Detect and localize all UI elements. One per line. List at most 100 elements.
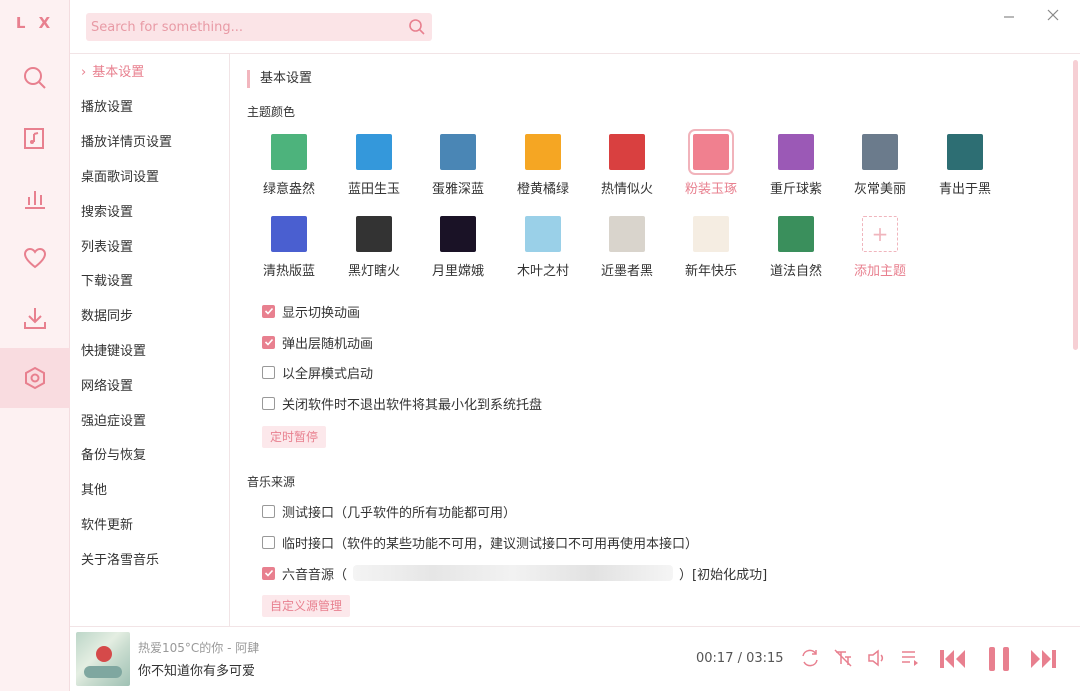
search-icon[interactable] (408, 18, 426, 36)
theme-name: 青出于黑 (938, 182, 991, 197)
checkbox-box[interactable] (262, 335, 275, 349)
rail-download[interactable] (0, 288, 70, 348)
theme-name: 添加主题 (853, 264, 906, 279)
checkbox-fullscreen-start[interactable]: 以全屏模式启动 (262, 363, 373, 382)
checkbox-test-api[interactable]: 测试接口（几乎软件的所有功能都可用） (262, 502, 516, 521)
close-icon[interactable] (1046, 8, 1060, 22)
check-icon (264, 338, 273, 346)
source-status: ）[初始化成功] (679, 567, 768, 583)
theme-name: 蓝田生玉 (347, 182, 400, 197)
previous-icon[interactable] (938, 644, 968, 674)
nav-network[interactable]: 网络设置 (81, 377, 133, 397)
theme-swatch (525, 134, 561, 170)
checkbox-box[interactable] (262, 504, 275, 518)
next-icon[interactable] (1028, 644, 1058, 674)
add-theme-button[interactable]: + 添加主题 (840, 216, 920, 279)
theme-swatch (525, 216, 561, 252)
custom-source-button[interactable]: 自定义源管理 (262, 595, 351, 617)
checkbox-box[interactable] (262, 365, 275, 379)
theme-option[interactable]: 新年快乐 (671, 216, 751, 279)
checkbox-box[interactable] (262, 535, 275, 549)
settings-content: 基本设置 主题颜色 绿意盎然 蓝田生玉 蛋雅深蓝 橙黄橘绿 热情似火 粉装玉琢 … (230, 54, 1072, 626)
section-title: 基本设置 (247, 70, 312, 88)
checkbox-switch-animation[interactable]: 显示切换动画 (262, 302, 360, 321)
checkbox-box[interactable] (262, 396, 275, 410)
theme-option[interactable]: 近墨者黑 (587, 216, 667, 279)
theme-swatch (609, 216, 645, 252)
theme-option[interactable]: 蛋雅深蓝 (418, 134, 498, 197)
nav-search[interactable]: 搜索设置 (81, 203, 133, 223)
theme-name: 蛋雅深蓝 (431, 182, 484, 197)
nav-backup[interactable]: 备份与恢复 (81, 446, 146, 466)
theme-option[interactable]: 黑灯瞎火 (334, 216, 414, 279)
minimize-icon[interactable] (1002, 10, 1016, 24)
theme-swatch (440, 134, 476, 170)
theme-option[interactable]: 灰常美丽 (840, 134, 920, 197)
nav-update[interactable]: 软件更新 (81, 516, 133, 536)
source-group-title: 音乐来源 (247, 475, 296, 489)
nav-list[interactable]: 列表设置 (81, 238, 133, 258)
play-time: 00:17 / 03:15 (696, 651, 784, 666)
checkbox-temp-api[interactable]: 临时接口（软件的某些功能不可用，建议测试接口不可用再使用本接口） (262, 533, 698, 552)
theme-name: 重斤球紫 (769, 182, 822, 197)
player-bar: 热爱105°C的你 - 阿肆 你不知道你有多可爱 00:17 / 03:15 (70, 626, 1080, 691)
theme-option[interactable]: 蓝田生玉 (334, 134, 414, 197)
theme-swatch (778, 216, 814, 252)
checkbox-minimize-to-tray[interactable]: 关闭软件时不退出软件将其最小化到系统托盘 (262, 394, 542, 413)
checkbox-label: 六音音源（ (282, 567, 348, 583)
theme-option[interactable]: 青出于黑 (925, 134, 1005, 197)
volume-icon[interactable] (866, 647, 888, 669)
theme-option[interactable]: 清热版蓝 (249, 216, 329, 279)
pause-icon[interactable] (984, 644, 1014, 674)
album-cover[interactable] (76, 632, 130, 686)
theme-name: 近墨者黑 (600, 264, 653, 279)
lyric-off-icon[interactable] (832, 647, 854, 669)
nav-about[interactable]: 关于洛雪音乐 (81, 551, 159, 571)
theme-option[interactable]: 重斤球紫 (756, 134, 836, 197)
nav-desktop-lyric[interactable]: 桌面歌词设置 (81, 168, 159, 188)
theme-name: 月里嫦娥 (431, 264, 484, 279)
theme-swatch (688, 129, 734, 175)
rail-song-list[interactable] (0, 108, 70, 168)
search-input[interactable] (86, 13, 396, 41)
music-list-icon (24, 128, 44, 149)
song-lyric: 你不知道你有多可爱 (138, 664, 256, 679)
timer-pause-button[interactable]: 定时暂停 (262, 426, 327, 448)
theme-option[interactable]: 木叶之村 (503, 216, 583, 279)
theme-option-selected[interactable]: 粉装玉琢 (671, 129, 751, 197)
rail-settings[interactable] (0, 348, 70, 408)
theme-option[interactable]: 橙黄橘绿 (503, 134, 583, 197)
theme-swatch (440, 216, 476, 252)
theme-name: 黑灯瞎火 (347, 264, 400, 279)
nav-basic[interactable]: 基本设置 (81, 63, 144, 83)
theme-swatch (862, 134, 898, 170)
loop-icon[interactable] (799, 647, 821, 669)
theme-option[interactable]: 道法自然 (756, 216, 836, 279)
content-scrollbar[interactable] (1073, 60, 1078, 350)
theme-option[interactable]: 月里嫦娥 (418, 216, 498, 279)
nav-sync[interactable]: 数据同步 (81, 307, 133, 327)
checkbox-popup-animation[interactable]: 弹出层随机动画 (262, 333, 373, 352)
nav-hotkey[interactable]: 快捷键设置 (81, 342, 146, 362)
theme-option[interactable]: 热情似火 (587, 134, 667, 197)
checkbox-box[interactable] (262, 566, 275, 580)
theme-swatch (778, 134, 814, 170)
theme-option[interactable]: 绿意盎然 (249, 134, 329, 197)
theme-swatch (271, 134, 307, 170)
check-icon (264, 307, 273, 315)
nav-other[interactable]: 其他 (81, 481, 107, 501)
theme-name: 灰常美丽 (853, 182, 906, 197)
nav-ocd[interactable]: 强迫症设置 (81, 412, 146, 432)
nav-playback[interactable]: 播放设置 (81, 98, 133, 118)
download-icon (24, 308, 46, 329)
playlist-icon[interactable] (899, 647, 921, 669)
checkbox-liuyin-source[interactable]: 六音音源（ ）[初始化成功] (262, 564, 768, 583)
theme-name: 木叶之村 (516, 264, 569, 279)
rail-leaderboard[interactable] (0, 168, 70, 228)
theme-name: 橙黄橘绿 (516, 182, 569, 197)
rail-search[interactable] (0, 48, 70, 108)
nav-download[interactable]: 下载设置 (81, 272, 133, 292)
checkbox-box[interactable] (262, 304, 275, 318)
nav-play-detail[interactable]: 播放详情页设置 (81, 133, 172, 153)
rail-favorites[interactable] (0, 228, 70, 288)
